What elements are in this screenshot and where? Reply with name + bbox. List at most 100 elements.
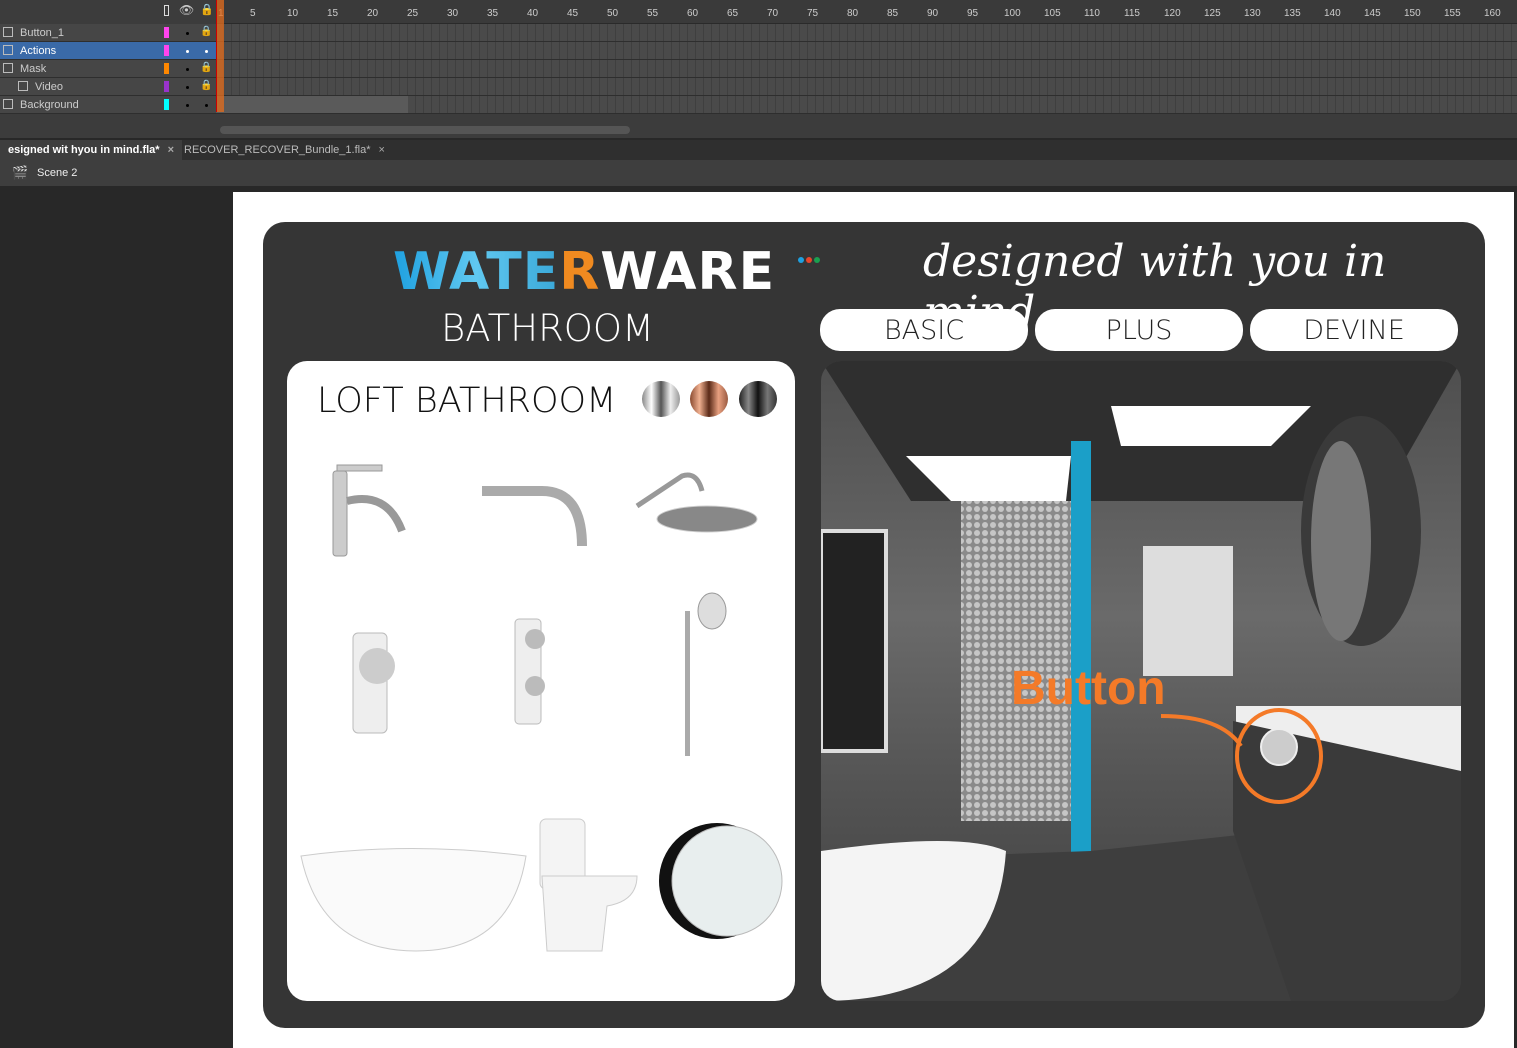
ruler-tick: 110 [1084, 8, 1100, 19]
layer-icon [3, 27, 13, 37]
layer-name[interactable]: Background [20, 99, 79, 111]
ruler-tick: 5 [250, 8, 256, 19]
layer-frames[interactable] [216, 60, 1517, 78]
layer-icon [3, 45, 13, 55]
scene-name[interactable]: Scene 2 [37, 167, 77, 179]
toilet-suite-image [539, 818, 638, 952]
lock-icon[interactable]: 🔒 [200, 62, 212, 73]
ruler-tick: 85 [887, 8, 899, 19]
layer-name[interactable]: Button_1 [20, 27, 64, 39]
timeline-panel: 👁 🔒 151015202530354045505560657075808590… [0, 0, 1517, 138]
product-images [300, 464, 783, 952]
layer-color-swatch[interactable] [164, 99, 169, 110]
eye-icon[interactable]: 👁 [179, 3, 194, 17]
layer-row[interactable]: Background [0, 96, 216, 114]
diverter-mixer-image [514, 618, 545, 725]
tier-basic-button[interactable]: BASIC [820, 309, 1028, 351]
ruler-tick: 50 [607, 8, 619, 19]
visibility-dot[interactable] [186, 50, 189, 53]
tier-devine-button[interactable]: DEVINE [1250, 309, 1458, 351]
subtitle: BATHROOM [441, 307, 654, 350]
close-icon[interactable]: × [378, 144, 384, 156]
layer-color-swatch[interactable] [164, 81, 169, 92]
ruler-tick: 10 [287, 8, 299, 19]
ruler-tick: 130 [1244, 8, 1261, 19]
ruler-tick: 40 [527, 8, 539, 19]
lock-icon[interactable]: 🔒 [200, 3, 214, 16]
lock-icon[interactable]: 🔒 [200, 80, 212, 91]
ruler-tick: 125 [1204, 8, 1221, 19]
logo-dots [798, 257, 820, 263]
outline-toggle-icon[interactable] [164, 5, 169, 16]
waterware-logo: WATERWARE [393, 242, 820, 302]
visibility-dot[interactable] [186, 32, 189, 35]
layer-color-swatch[interactable] [164, 27, 169, 38]
layer-icon [18, 81, 28, 91]
ruler-tick: 45 [567, 8, 579, 19]
logo-text: R [559, 242, 601, 302]
ruler-tick: 160 [1484, 8, 1501, 19]
timeline-scrollbar[interactable] [220, 126, 630, 134]
frame-ruler[interactable]: 1510152025303540455055606570758085909510… [216, 0, 1517, 24]
ruler-tick: 75 [807, 8, 819, 19]
layer-frames[interactable] [216, 42, 1517, 60]
tab-label: esigned wit hyou in mind.fla* [8, 144, 160, 156]
round-mirror-image [659, 823, 783, 939]
clapperboard-icon: 🎬 [12, 165, 29, 180]
layer-row[interactable]: Button_1 🔒 [0, 24, 216, 42]
ruler-tick: 60 [687, 8, 699, 19]
ruler-tick: 90 [927, 8, 939, 19]
ruler-tick: 140 [1324, 8, 1341, 19]
stage[interactable]: WATERWARE BATHROOM designed with you in … [233, 192, 1514, 1048]
ruler-tick: 135 [1284, 8, 1301, 19]
visibility-dot[interactable] [186, 104, 189, 107]
shower-rail-image [685, 592, 727, 756]
document-tabs: esigned wit hyou in mind.fla* × RECOVER_R… [0, 140, 1517, 160]
ruler-tick: 65 [727, 8, 739, 19]
layer-name[interactable]: Mask [20, 63, 46, 75]
ruler-tick: 120 [1164, 8, 1181, 19]
shower-head-image [635, 472, 758, 533]
tab-document-2[interactable]: RECOVER_RECOVER_Bundle_1.fla* × [176, 140, 393, 160]
layer-icon [3, 99, 13, 109]
ruler-tick: 35 [487, 8, 499, 19]
app-card: WATERWARE BATHROOM designed with you in … [263, 222, 1485, 1028]
lock-dot[interactable] [205, 50, 208, 53]
ruler-tick: 145 [1364, 8, 1381, 19]
playhead[interactable] [216, 0, 224, 112]
render-hotspot-button [1260, 728, 1298, 766]
ruler-tick: 100 [1004, 8, 1021, 19]
layer-color-swatch[interactable] [164, 63, 169, 74]
ruler-tick: 55 [647, 8, 659, 19]
visibility-dot[interactable] [186, 86, 189, 89]
ruler-tick: 95 [967, 8, 979, 19]
ruler-tick: 25 [407, 8, 419, 19]
wall-mixer-image [352, 632, 395, 734]
tab-document-1[interactable]: esigned wit hyou in mind.fla* × [0, 140, 183, 160]
ruler-tick: 20 [367, 8, 379, 19]
layer-row[interactable]: Actions [0, 42, 216, 60]
lock-icon[interactable]: 🔒 [200, 26, 212, 37]
layer-name[interactable]: Video [35, 81, 63, 93]
layer-frames[interactable] [216, 96, 1517, 114]
visibility-dot[interactable] [186, 68, 189, 71]
bathroom-render: Button [821, 361, 1461, 1001]
basin-mixer-image [332, 464, 406, 557]
logo-text: WATE [393, 242, 560, 302]
ruler-tick: 15 [327, 8, 339, 19]
close-icon[interactable]: × [168, 144, 174, 156]
layer-frames[interactable] [216, 24, 1517, 42]
ruler-tick: 30 [447, 8, 459, 19]
bath-spout-image [482, 486, 587, 547]
button-annotation: Button [1011, 662, 1166, 715]
layer-row[interactable]: Mask 🔒 [0, 60, 216, 78]
layer-icon [3, 63, 13, 73]
layer-name[interactable]: Actions [20, 45, 56, 57]
ruler-tick: 105 [1044, 8, 1061, 19]
lock-dot[interactable] [205, 104, 208, 107]
layer-color-swatch[interactable] [164, 45, 169, 56]
scene-bar: 🎬 Scene 2 [0, 160, 1517, 186]
layer-frames[interactable] [216, 78, 1517, 96]
tier-plus-button[interactable]: PLUS [1035, 309, 1243, 351]
layer-row[interactable]: Video 🔒 [0, 78, 216, 96]
